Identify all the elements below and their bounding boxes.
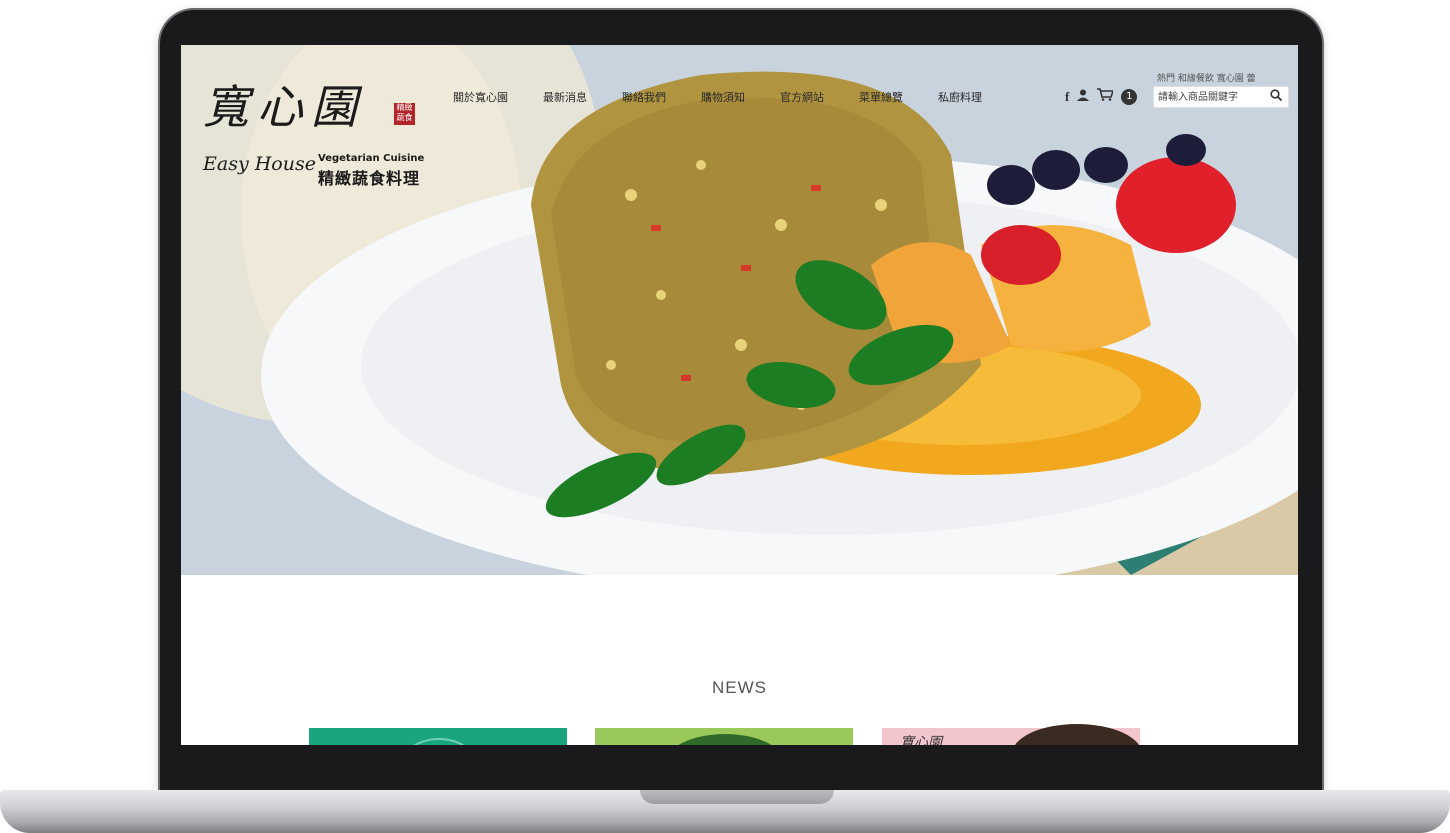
hot-keywords[interactable]: 熱門 和緣餐飲 寬心園 蕾 [1157,71,1256,84]
search-input[interactable] [1158,89,1268,105]
header-tools: f 1 [1065,88,1147,105]
logo-english-name: Easy House [203,153,316,175]
search-icon[interactable] [1270,89,1283,104]
cart-count-badge: 1 [1121,88,1138,105]
nav-item-about[interactable]: 關於寬心園 [453,89,508,107]
nav-item-private-chef[interactable]: 私廚料理 [938,89,982,107]
logo-chinese-name: 寬心園 [203,80,365,134]
news-card[interactable] [595,728,853,745]
main-nav: 關於寬心園 最新消息 聯絡我們 購物須知 官方網站 菜單總覽 私廚料理 [453,89,1017,107]
cart-icon[interactable] [1097,88,1115,105]
nav-item-shopping-notice[interactable]: 購物須知 [701,89,745,107]
hero-banner: 寬心園 精緻蔬食 Easy House Vegetarian Cuisine 精… [181,45,1298,575]
news-card-image [399,738,479,745]
logo-seal: 精緻蔬食 [394,103,415,125]
news-card-image [665,734,785,745]
laptop-notch [640,790,834,804]
browser-screen: 寬心園 精緻蔬食 Easy House Vegetarian Cuisine 精… [181,45,1298,745]
nav-item-contact[interactable]: 聯絡我們 [622,89,666,107]
search-box [1153,86,1289,108]
site-logo[interactable]: 寬心園 精緻蔬食 Easy House Vegetarian Cuisine 精… [203,71,433,188]
logo-subtitle: 精緻蔬食料理 [318,169,421,188]
logo-cuisine: Vegetarian Cuisine [318,153,425,164]
nav-item-menu[interactable]: 菜單總覽 [859,89,903,107]
news-card[interactable]: 寬心園 [882,724,1142,745]
member-icon[interactable] [1077,89,1090,105]
facebook-icon[interactable]: f [1065,89,1069,105]
nav-item-official-site[interactable]: 官方網站 [780,89,824,107]
news-card[interactable] [309,728,567,745]
news-card-logo: 寬心園 [900,735,942,745]
nav-item-news[interactable]: 最新消息 [543,89,587,107]
news-card-image [1012,724,1142,745]
news-section-title: NEWS [712,678,767,697]
